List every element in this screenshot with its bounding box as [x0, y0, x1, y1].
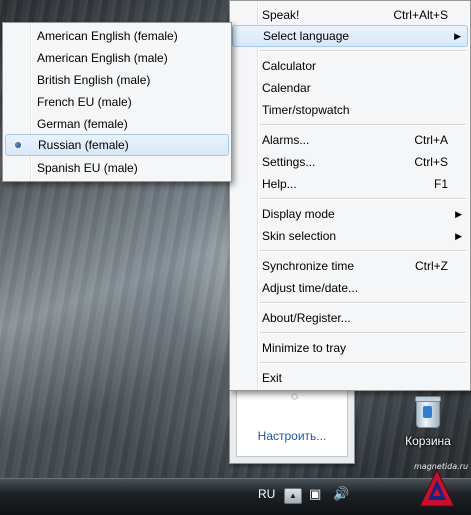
taskbar: RU ▲ ▣ 🔊 — [0, 478, 471, 515]
menu-item-label: Settings... — [262, 155, 316, 169]
menu-item-shortcut: Ctrl+Z — [415, 259, 448, 273]
menu-separator — [260, 124, 466, 126]
magnetida-logo-icon — [419, 468, 455, 507]
menu-item-label: Help... — [262, 177, 297, 191]
language-item[interactable]: British English (male) — [5, 69, 229, 91]
menu-item-label: Calculator — [262, 59, 317, 73]
language-item-label: Spanish EU (male) — [37, 161, 138, 175]
clock-icon: ◌ — [291, 389, 299, 403]
menu-item-label: Exit — [262, 371, 283, 385]
menu-separator — [260, 332, 466, 334]
menu-item-calculator[interactable]: Calculator — [232, 55, 468, 77]
language-item[interactable]: American English (male) — [5, 47, 229, 69]
menu-item-label: Synchronize time — [262, 259, 355, 273]
language-item-label: American English (male) — [37, 51, 168, 65]
menu-item-label: Timer/stopwatch — [262, 103, 350, 117]
language-item-label: Russian (female) — [38, 138, 129, 152]
menu-item-alarms[interactable]: Alarms... Ctrl+A — [232, 129, 468, 151]
menu-item-adjust-time[interactable]: Adjust time/date... — [232, 277, 468, 299]
gadget-settings-link[interactable]: Настроить... — [237, 429, 347, 443]
menu-item-exit[interactable]: Exit — [232, 367, 468, 389]
menu-item-sync-time[interactable]: Synchronize time Ctrl+Z — [232, 255, 468, 277]
menu-item-help[interactable]: Help... F1 — [232, 173, 468, 195]
submenu-arrow-icon: ▶ — [455, 209, 462, 219]
menu-item-speak[interactable]: Speak! Ctrl+Alt+S — [232, 4, 468, 26]
language-item[interactable]: French EU (male) — [5, 91, 229, 113]
language-item[interactable]: Spanish EU (male) — [5, 157, 229, 179]
menu-separator — [260, 250, 466, 252]
menu-item-display-mode[interactable]: Display mode ▶ — [232, 203, 468, 225]
menu-item-label: About/Register... — [262, 311, 351, 325]
menu-item-label: Speak! — [262, 8, 300, 22]
menu-item-label: Calendar — [262, 81, 311, 95]
menu-item-label: Minimize to tray — [262, 341, 347, 355]
language-item[interactable]: American English (female) — [5, 25, 229, 47]
language-item[interactable]: German (female) — [5, 113, 229, 135]
language-indicator[interactable]: RU — [258, 487, 275, 501]
language-item-label: American English (female) — [37, 29, 178, 43]
menu-item-skin-selection[interactable]: Skin selection ▶ — [232, 225, 468, 247]
menu-item-shortcut: Ctrl+Alt+S — [393, 8, 448, 22]
menu-item-shortcut: Ctrl+S — [414, 155, 448, 169]
menu-item-select-language[interactable]: Select language ▶ — [232, 25, 468, 47]
language-item-label: French EU (male) — [37, 95, 132, 109]
menu-separator — [260, 302, 466, 304]
context-menu: Speak! Ctrl+Alt+S Select language ▶ Calc… — [229, 0, 471, 391]
clock-gadget[interactable]: ◌ Настроить... — [229, 389, 355, 464]
submenu-arrow-icon: ▶ — [454, 31, 461, 41]
radio-selected-icon — [15, 142, 21, 148]
menu-item-label: Select language — [263, 29, 350, 43]
recycle-bin-label: Корзина — [405, 434, 451, 448]
menu-item-about[interactable]: About/Register... — [232, 307, 468, 329]
menu-item-minimize[interactable]: Minimize to tray — [232, 337, 468, 359]
recycle-bin[interactable]: Корзина — [404, 396, 452, 448]
gadget-panel: ◌ Настроить... — [236, 389, 348, 457]
menu-item-label: Skin selection — [262, 229, 337, 243]
menu-separator — [260, 198, 466, 200]
menu-item-label: Display mode — [262, 207, 335, 221]
menu-item-shortcut: F1 — [433, 177, 448, 191]
network-icon[interactable]: ▣ — [309, 487, 323, 501]
menu-separator — [260, 50, 466, 52]
volume-icon[interactable]: 🔊 — [333, 487, 349, 501]
submenu-arrow-icon: ▶ — [455, 231, 462, 241]
show-hidden-icons-button[interactable]: ▲ — [284, 488, 302, 504]
recycle-bin-icon — [415, 396, 441, 428]
menu-item-shortcut: Ctrl+A — [414, 133, 448, 147]
menu-item-timer[interactable]: Timer/stopwatch — [232, 99, 468, 121]
menu-item-label: Alarms... — [262, 133, 310, 147]
language-item-label: German (female) — [37, 117, 128, 131]
menu-item-label: Adjust time/date... — [262, 281, 359, 295]
menu-item-calendar[interactable]: Calendar — [232, 77, 468, 99]
menu-item-settings[interactable]: Settings... Ctrl+S — [232, 151, 468, 173]
language-submenu: American English (female) American Engli… — [2, 22, 232, 182]
language-item-selected[interactable]: Russian (female) — [5, 134, 229, 156]
language-item-label: British English (male) — [37, 73, 151, 87]
menu-separator — [260, 362, 466, 364]
